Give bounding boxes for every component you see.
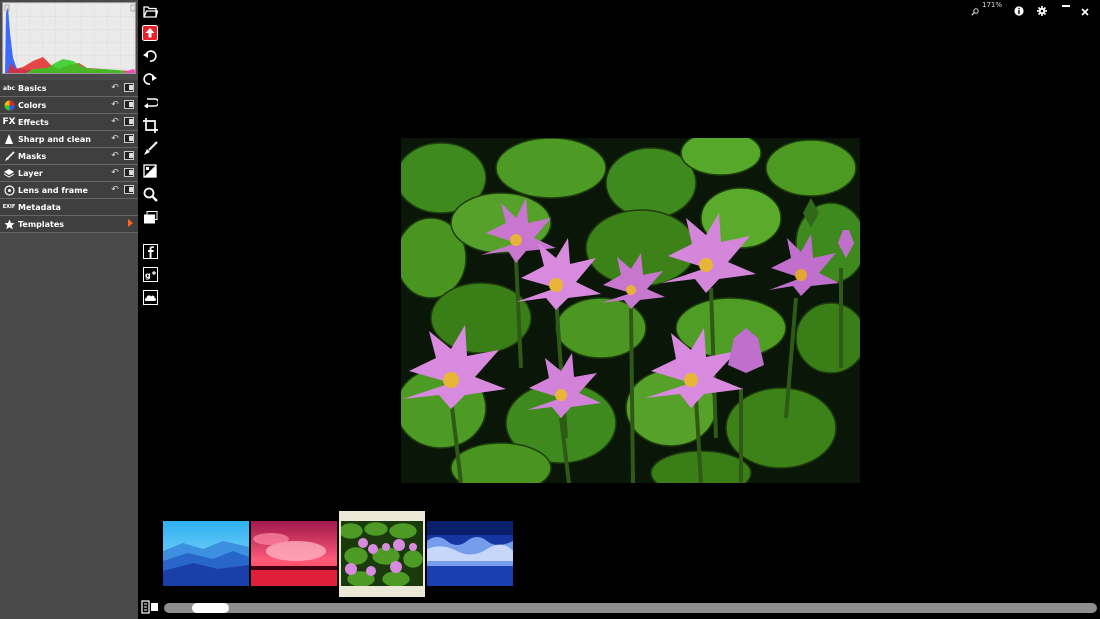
thumbnail-blue-mountains[interactable] [163, 521, 249, 586]
info-icon[interactable] [1014, 1, 1024, 20]
menu-item-layer[interactable]: Layer ↶ [0, 165, 138, 182]
filmstrip-toggle-icon[interactable] [141, 599, 159, 614]
reset-icon[interactable]: ↶ [110, 168, 120, 178]
reset-icon[interactable]: ↶ [110, 185, 120, 195]
lens-icon [2, 183, 16, 197]
menu-item-label: Masks [18, 151, 47, 161]
left-panel: abc Basics ↶ Colors ↶ FX Effects ↶ Sharp… [0, 0, 138, 619]
expand-arrow-icon[interactable] [128, 219, 133, 227]
menu-item-label: Effects [18, 117, 49, 127]
thumbnail-pink-sunset[interactable] [251, 521, 337, 586]
cloud-icon[interactable] [142, 289, 158, 305]
color-wheel-icon [2, 98, 16, 112]
batch-icon[interactable] [142, 209, 158, 225]
reset-icon[interactable]: ↶ [110, 83, 120, 93]
menu-item-label: Templates [18, 219, 65, 229]
main-photo-water-lilies[interactable] [401, 138, 860, 483]
menu-item-label: Basics [18, 83, 47, 93]
menu-item-sharp-and-clean[interactable]: Sharp and clean ↶ [0, 131, 138, 148]
filmstrip [163, 511, 563, 597]
menu-item-effects[interactable]: FX Effects ↶ [0, 114, 138, 131]
redo-icon[interactable] [142, 71, 158, 87]
reset-icon[interactable]: ↶ [110, 117, 120, 127]
menu-item-label: Colors [18, 100, 47, 110]
photo-editor-app: abc Basics ↶ Colors ↶ FX Effects ↶ Sharp… [0, 0, 1100, 619]
filmstrip-scrollbar[interactable] [164, 603, 1097, 613]
menu-item-colors[interactable]: Colors ↶ [0, 97, 138, 114]
compare-icon[interactable] [142, 163, 158, 179]
thumbnail-blue-waves[interactable] [427, 521, 513, 586]
toggle-switch[interactable] [124, 134, 134, 143]
crop-icon[interactable] [142, 117, 158, 133]
zoom-level: 171% [982, 1, 1003, 9]
menu-item-label: Lens and frame [18, 185, 88, 195]
undo-icon[interactable] [142, 48, 158, 64]
adjustment-menu: abc Basics ↶ Colors ↶ FX Effects ↶ Sharp… [0, 80, 138, 233]
menu-item-basics[interactable]: abc Basics ↶ [0, 80, 138, 97]
menu-item-label: Layer [18, 168, 43, 178]
close-icon[interactable] [1081, 1, 1089, 20]
menu-item-masks[interactable]: Masks ↶ [0, 148, 138, 165]
brush-tool-icon[interactable] [142, 140, 158, 156]
menu-item-templates[interactable]: Templates [0, 216, 138, 233]
google-plus-icon[interactable]: g [142, 266, 158, 282]
zoom-icon[interactable] [142, 186, 158, 202]
thumbnail-water-lilies[interactable] [339, 511, 425, 597]
menu-item-label: Metadata [18, 202, 61, 212]
tool-bar: g [138, 0, 162, 619]
facebook-icon[interactable] [142, 243, 158, 259]
upload-icon[interactable] [142, 25, 158, 41]
fx-icon: FX [2, 117, 16, 127]
menu-item-metadata[interactable]: EXIF Metadata [0, 199, 138, 216]
reset-all-icon[interactable] [142, 94, 158, 110]
reset-icon[interactable]: ↶ [110, 100, 120, 110]
menu-item-label: Sharp and clean [18, 134, 91, 144]
settings-gear-icon[interactable] [1037, 1, 1047, 20]
brush-icon [2, 149, 16, 163]
exif-icon: EXIF [2, 204, 16, 210]
toggle-switch[interactable] [124, 100, 134, 109]
minimize-icon[interactable] [1062, 5, 1070, 7]
star-icon [2, 217, 16, 231]
reset-icon[interactable]: ↶ [110, 151, 120, 161]
sharpen-icon [2, 132, 16, 146]
abc-icon: abc [3, 84, 15, 92]
scrollbar-thumb[interactable] [192, 603, 229, 613]
open-folder-icon[interactable] [142, 3, 158, 19]
menu-item-lens-and-frame[interactable]: Lens and frame ↶ [0, 182, 138, 199]
toggle-switch[interactable] [124, 168, 134, 177]
zoom-search-icon [971, 1, 979, 20]
histogram [2, 2, 136, 74]
layers-icon [2, 166, 16, 180]
toggle-switch[interactable] [124, 185, 134, 194]
reset-icon[interactable]: ↶ [110, 134, 120, 144]
toggle-switch[interactable] [124, 151, 134, 160]
toggle-switch[interactable] [124, 83, 134, 92]
svg-text:g: g [145, 271, 151, 280]
toggle-switch[interactable] [124, 117, 134, 126]
